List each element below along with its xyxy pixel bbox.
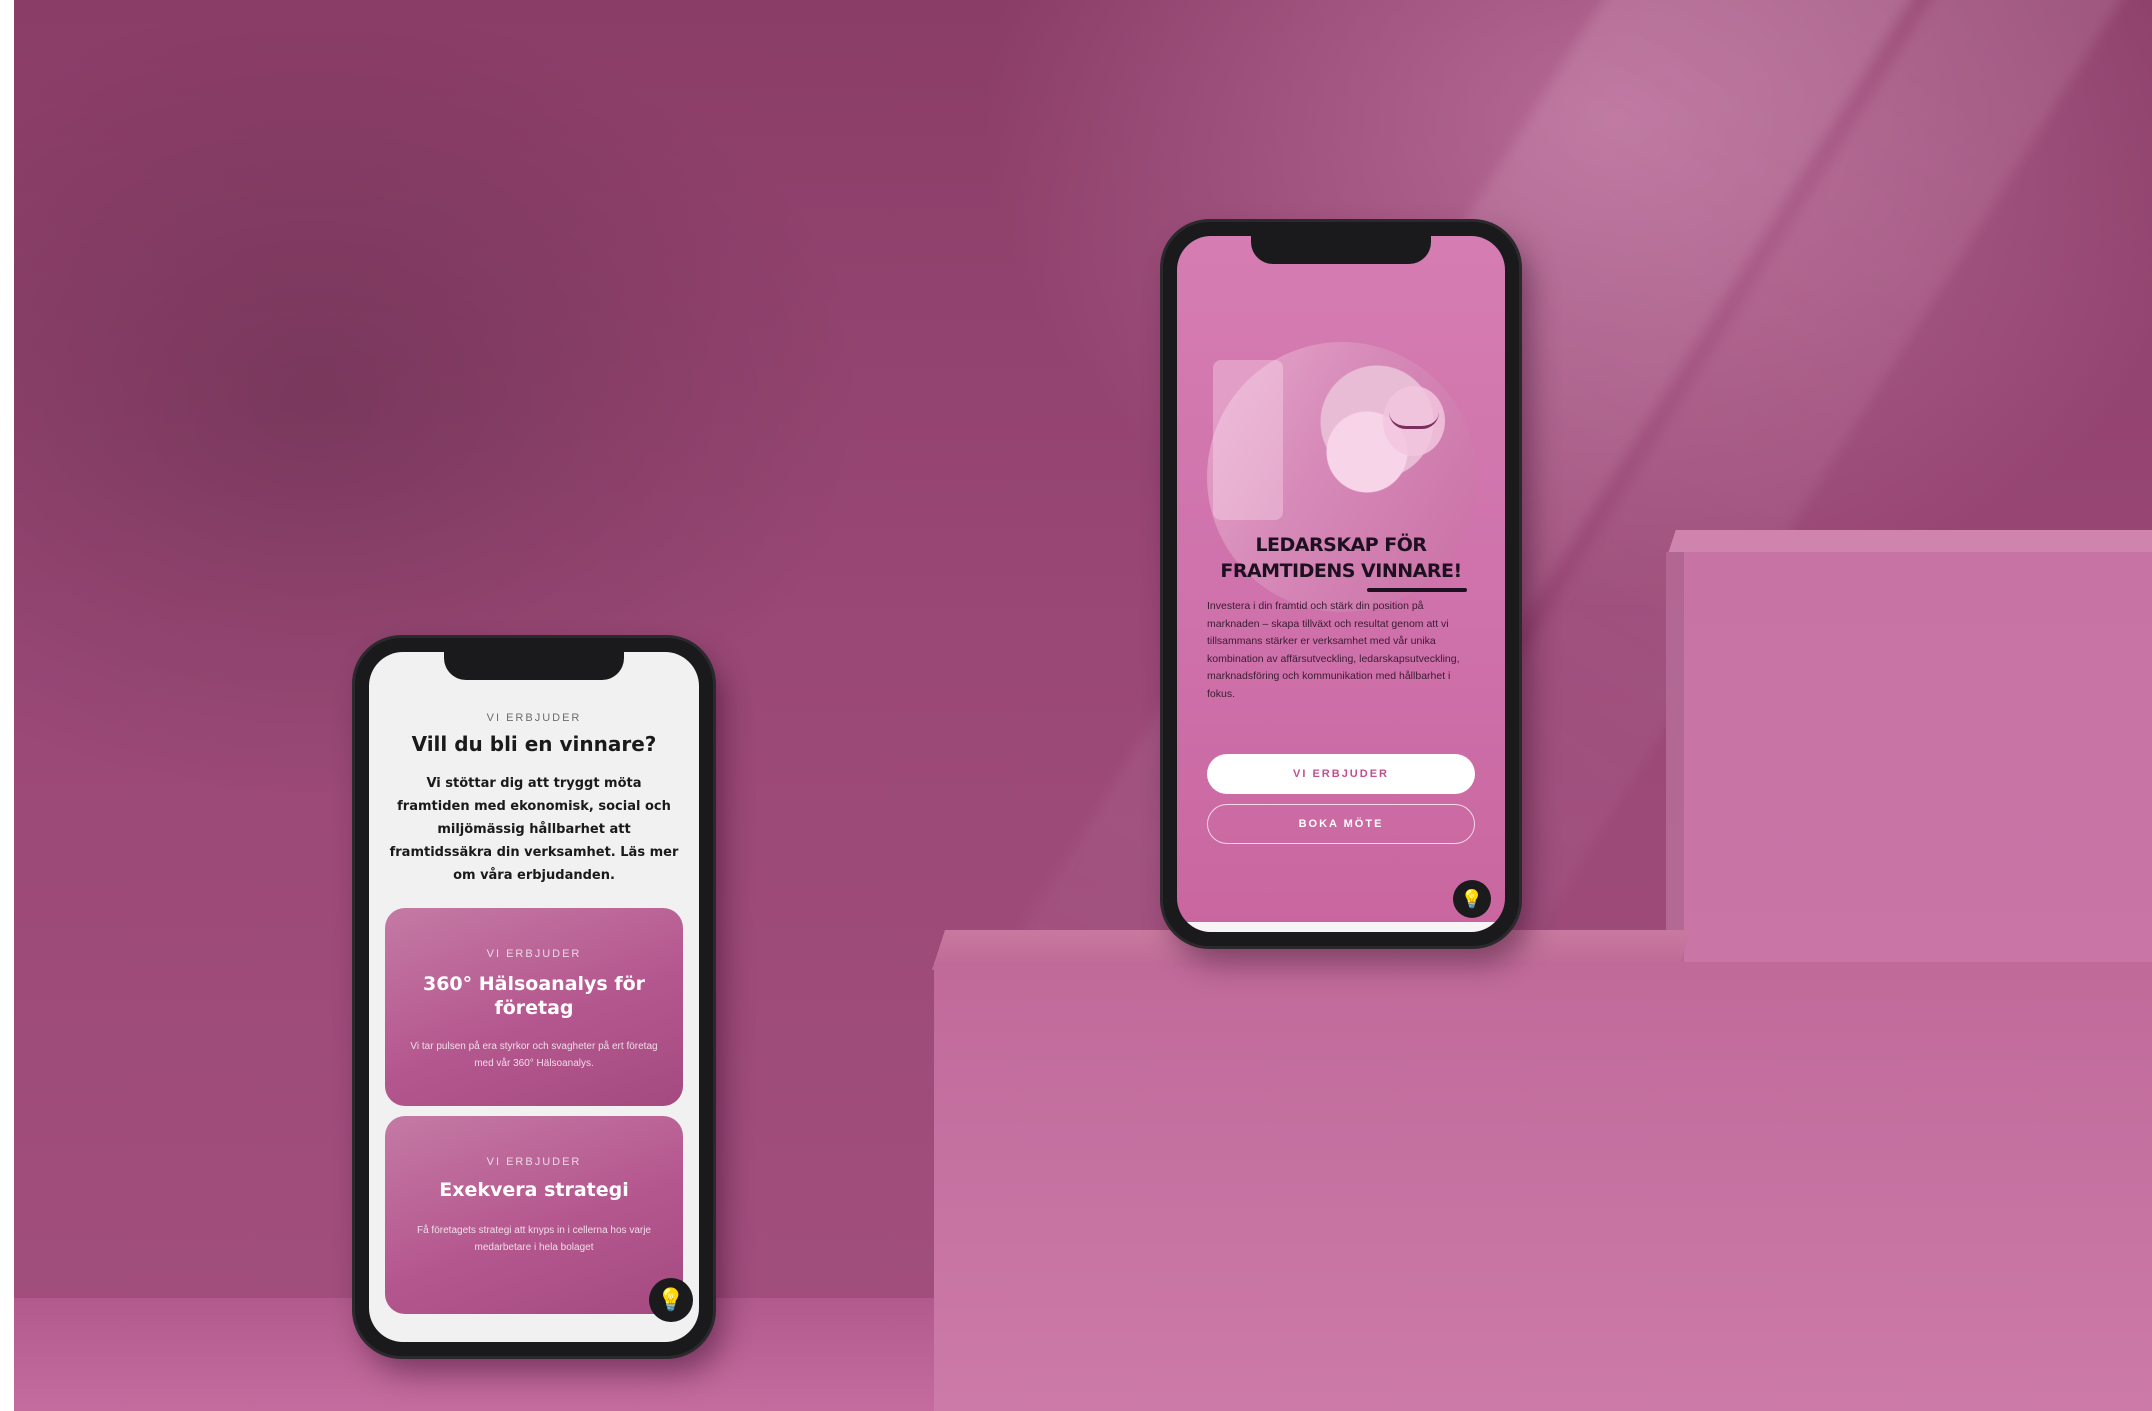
pedestal-shadow [1666, 552, 1684, 992]
card-title: Exekvera strategi [439, 1179, 629, 1201]
phone-notch [1251, 236, 1431, 264]
chat-bubble-icon[interactable]: 💡 [649, 1278, 693, 1322]
hero-window-shape [1213, 360, 1283, 520]
title-underline [1367, 588, 1467, 592]
card-eyebrow: VI ERBJUDER [486, 1156, 582, 1168]
card-title: 360° Hälsoanalys för företag [422, 973, 646, 1019]
section-eyebrow: VI ERBJUDER [486, 712, 582, 724]
phone-right-screen: LEDARSKAP FÖR FRAMTIDENS VINNARE! Invest… [1177, 236, 1505, 932]
section-body: Vi stöttar dig att tryggt möta framtiden… [389, 776, 679, 883]
phone-right: LEDARSKAP FÖR FRAMTIDENS VINNARE! Invest… [1163, 222, 1519, 946]
hero-title-line2: FRAMTIDENS VINNARE! [1220, 560, 1462, 582]
pedestal-low [934, 962, 2152, 1411]
hero-body: Investera i din framtid och stärk din po… [1207, 600, 1460, 700]
card-text: Få företagets strategi att knyps in i ce… [416, 1225, 651, 1253]
vi-erbjuder-button[interactable]: VI ERBJUDER [1207, 754, 1475, 794]
hero-title: LEDARSKAP FÖR FRAMTIDENS VINNARE! [1177, 532, 1505, 584]
offer-card-health-analysis[interactable]: VI ERBJUDER 360° Hälsoanalys för företag… [385, 908, 683, 1106]
card-eyebrow: VI ERBJUDER [486, 948, 582, 960]
offer-card-execute-strategy[interactable]: VI ERBJUDER Exekvera strategi Få företag… [385, 1116, 683, 1314]
mockup-scene [14, 0, 2152, 1411]
chat-bubble-icon[interactable]: 💡 [1453, 880, 1491, 918]
card-text: Vi tar pulsen på era styrkor och svaghet… [410, 1041, 658, 1069]
phone-notch [444, 652, 624, 680]
boka-mote-button[interactable]: BOKA MÖTE [1207, 804, 1475, 844]
phone-left-screen: VI ERBJUDER Vill du bli en vinnare? Vi s… [369, 652, 699, 1342]
section-title: Vill du bli en vinnare? [411, 732, 657, 756]
hero-title-line1: LEDARSKAP FÖR [1255, 534, 1427, 556]
home-strip [1177, 922, 1505, 932]
phone-left: VI ERBJUDER Vill du bli en vinnare? Vi s… [355, 638, 713, 1356]
